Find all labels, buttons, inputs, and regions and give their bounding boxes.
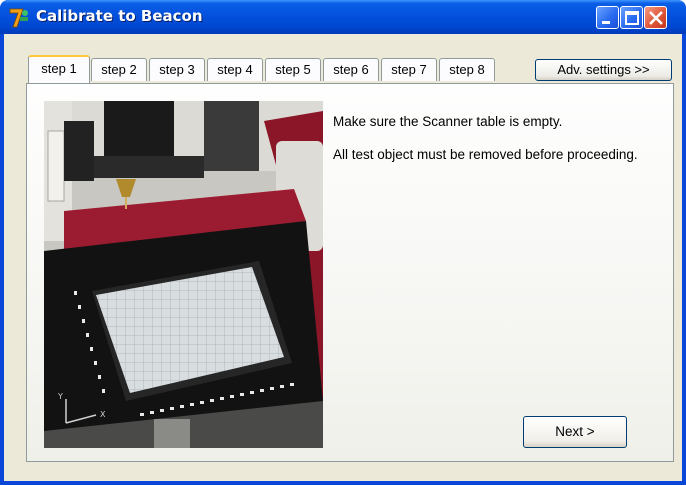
tab-step-4[interactable]: step 4 <box>207 58 263 81</box>
tab-step-8[interactable]: step 8 <box>439 58 495 81</box>
maximize-button[interactable] <box>620 6 643 29</box>
close-button[interactable] <box>644 6 667 29</box>
tab-step-7[interactable]: step 7 <box>381 58 437 81</box>
scanner-table-photo: Y X <box>44 101 323 448</box>
axis-x-label: X <box>100 410 106 419</box>
next-button[interactable]: Next > <box>523 416 627 448</box>
minimize-button[interactable] <box>596 6 619 29</box>
maximize-icon <box>625 11 639 25</box>
tab-step-2[interactable]: step 2 <box>91 58 147 81</box>
instruction-text-empty-table: Make sure the Scanner table is empty. <box>333 114 563 129</box>
scanner-photo-illustration: Y X <box>44 101 323 448</box>
title-bar[interactable]: Calibrate to Beacon <box>0 0 686 34</box>
tab-step-3[interactable]: step 3 <box>149 58 205 81</box>
tab-step-1[interactable]: step 1 <box>28 55 90 83</box>
tab-step-6[interactable]: step 6 <box>323 58 379 81</box>
tab-panel-step-1: Y X Make sure the Scanner table is empty… <box>26 83 674 462</box>
window-title: Calibrate to Beacon <box>36 7 203 25</box>
close-icon <box>649 11 663 25</box>
instruction-text-remove-objects: All test object must be removed before p… <box>333 147 638 162</box>
axis-y-label: Y <box>57 392 63 401</box>
calibrate-window: Calibrate to Beacon step 1 step 2 step 3… <box>0 0 686 485</box>
minimize-icon <box>602 21 610 24</box>
adv-settings-button[interactable]: Adv. settings >> <box>535 59 672 81</box>
dialog-client-area: step 1 step 2 step 3 step 4 step 5 step … <box>4 34 682 481</box>
tab-step-5[interactable]: step 5 <box>265 58 321 81</box>
app-logo-icon <box>9 8 28 28</box>
